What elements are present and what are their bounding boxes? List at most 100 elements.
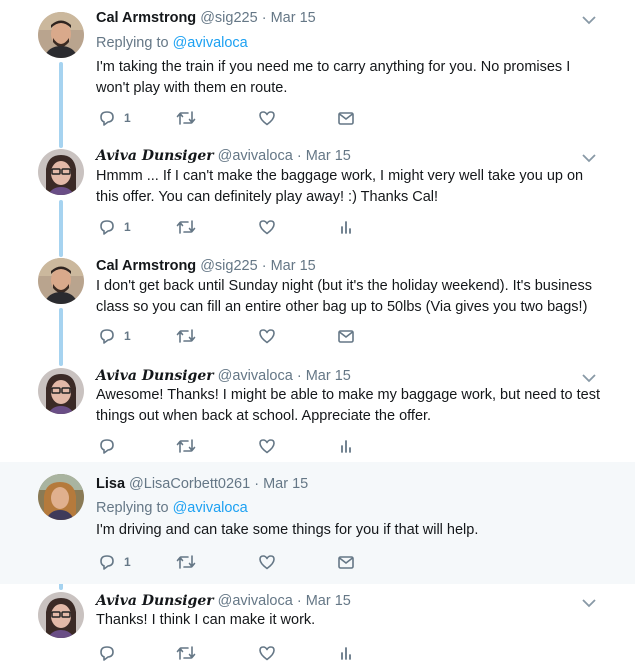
retweet-button[interactable]	[176, 552, 196, 572]
tweet-text: I'm driving and can take some things for…	[96, 522, 479, 538]
reply-count: 1	[124, 555, 131, 569]
retweet-button[interactable]	[176, 217, 196, 237]
retweet-icon	[176, 220, 196, 234]
tweet[interactable]: Cal Armstrong @sig225 · Mar 15 I don't g…	[0, 250, 635, 360]
tweet-date[interactable]: Mar 15	[306, 593, 351, 609]
reply-icon	[100, 329, 114, 344]
like-icon	[259, 439, 275, 454]
tweet-text: Thanks! I think I can make it work.	[96, 612, 316, 628]
analytics-button[interactable]	[337, 217, 355, 237]
tweet[interactable]: Aviva Dunsiger @avivaloca · Mar 15 Thank…	[0, 584, 635, 670]
tweet-date[interactable]: Mar 15	[271, 258, 316, 274]
like-button[interactable]	[258, 326, 276, 346]
reply-button[interactable]	[98, 643, 116, 663]
replying-to: Replying to @avivaloca	[96, 499, 248, 517]
tweet-date[interactable]: Mar 15	[306, 368, 351, 384]
tweet-text: I'm taking the train if you need me to c…	[96, 59, 571, 96]
author-name[interactable]: Cal Armstrong	[96, 258, 196, 274]
tweet-text: Awesome! Thanks! I might be able to make…	[96, 387, 601, 424]
like-button[interactable]	[258, 108, 276, 128]
reply-icon	[100, 555, 114, 570]
analytics-button[interactable]	[337, 436, 355, 456]
author-name[interactable]: Aviva Dunsiger	[96, 148, 214, 164]
reply-icon	[100, 111, 114, 126]
author-handle[interactable]: @sig225	[200, 258, 257, 274]
like-button[interactable]	[258, 643, 276, 663]
tweet[interactable]: Aviva Dunsiger @avivaloca · Mar 15 Aweso…	[0, 360, 635, 462]
avatar[interactable]	[38, 368, 84, 414]
message-button[interactable]	[337, 552, 355, 572]
author-name[interactable]: Lisa	[96, 476, 125, 492]
author-handle[interactable]: @LisaCorbett0261	[129, 476, 250, 492]
reply-button[interactable]: 1	[98, 217, 131, 237]
retweet-icon	[176, 555, 196, 569]
author-name[interactable]: Aviva Dunsiger	[96, 593, 214, 609]
replying-to-link[interactable]: @avivaloca	[173, 35, 248, 51]
chevron-down-icon[interactable]	[580, 596, 598, 610]
like-button[interactable]	[258, 436, 276, 456]
retweet-icon	[176, 439, 196, 453]
tweet-date[interactable]: Mar 15	[271, 10, 316, 26]
tweet-actions: 1	[96, 326, 396, 346]
avatar-lisa-image	[38, 474, 84, 520]
avatar[interactable]	[38, 149, 84, 195]
separator: ·	[296, 593, 302, 609]
message-button[interactable]	[337, 326, 355, 346]
avatar[interactable]	[38, 258, 84, 304]
avatar-aviva-image	[38, 592, 84, 638]
replying-to-link[interactable]: @avivaloca	[173, 500, 248, 516]
reply-button[interactable]: 1	[98, 108, 131, 128]
tweet-actions: 1	[96, 552, 396, 572]
author-handle[interactable]: @avivaloca	[218, 148, 293, 164]
chevron-down-icon[interactable]	[580, 13, 598, 27]
tweet-actions: 1	[96, 217, 396, 237]
like-button[interactable]	[258, 217, 276, 237]
tweet-date[interactable]: Mar 15	[263, 476, 308, 492]
author-handle[interactable]: @avivaloca	[218, 593, 293, 609]
reply-button[interactable]: 1	[98, 552, 131, 572]
tweet[interactable]: Cal Armstrong @sig225 · Mar 15 Replying …	[0, 0, 635, 140]
chevron-down-icon[interactable]	[580, 151, 598, 165]
analytics-icon	[341, 440, 351, 453]
retweet-button[interactable]	[176, 326, 196, 346]
avatar-aviva-image	[38, 149, 84, 195]
separator: ·	[296, 148, 302, 164]
message-button[interactable]	[337, 108, 355, 128]
analytics-button[interactable]	[337, 643, 355, 663]
avatar-aviva-image	[38, 368, 84, 414]
author-name[interactable]: Aviva Dunsiger	[96, 368, 214, 384]
avatar[interactable]	[38, 474, 84, 520]
avatar[interactable]	[38, 12, 84, 58]
like-button[interactable]	[258, 552, 276, 572]
reply-button[interactable]	[98, 436, 116, 456]
tweet-text: I don't get back until Sunday night (but…	[96, 278, 592, 315]
retweet-button[interactable]	[176, 436, 196, 456]
tweet-date[interactable]: Mar 15	[306, 148, 351, 164]
analytics-icon	[341, 647, 351, 660]
reply-count: 1	[124, 329, 131, 343]
retweet-button[interactable]	[176, 643, 196, 663]
message-icon	[338, 330, 354, 343]
message-icon	[338, 112, 354, 125]
tweet-text: Hmmm ... If I can't make the baggage wor…	[96, 168, 584, 205]
separator: ·	[296, 368, 302, 384]
separator: ·	[261, 10, 267, 26]
separator: ·	[254, 476, 260, 492]
chevron-down-icon[interactable]	[580, 371, 598, 385]
reply-button[interactable]: 1	[98, 326, 131, 346]
tweet-actions: 1	[96, 108, 396, 128]
analytics-icon	[341, 221, 351, 234]
replying-to: Replying to @avivaloca	[96, 34, 248, 52]
like-icon	[259, 220, 275, 235]
tweet[interactable]: Lisa @LisaCorbett0261 · Mar 15 Replying …	[0, 462, 635, 584]
tweet[interactable]: Aviva Dunsiger @avivaloca · Mar 15 Hmmm …	[0, 140, 635, 250]
retweet-button[interactable]	[176, 108, 196, 128]
author-handle[interactable]: @sig225	[200, 10, 257, 26]
avatar[interactable]	[38, 592, 84, 638]
tweet-actions	[96, 436, 396, 456]
reply-icon	[100, 646, 114, 661]
reply-count: 1	[124, 111, 131, 125]
author-handle[interactable]: @avivaloca	[218, 368, 293, 384]
author-name[interactable]: Cal Armstrong	[96, 10, 196, 26]
replying-to-label: Replying to	[96, 500, 169, 516]
